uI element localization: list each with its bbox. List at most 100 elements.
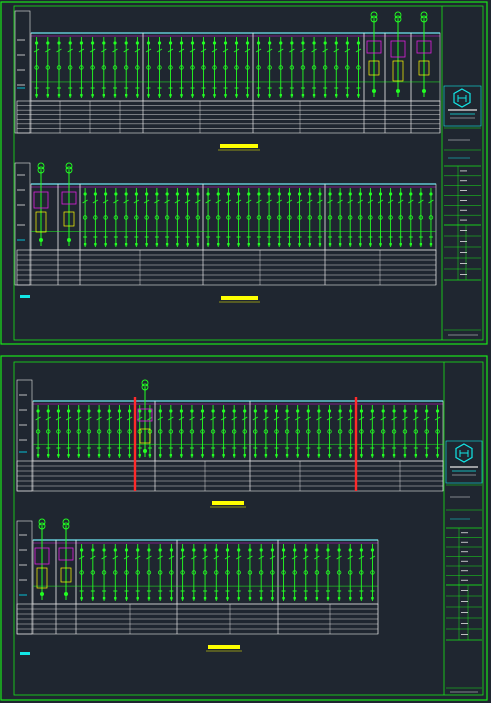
tie-breaker-bar: [133, 397, 137, 491]
breaker-icon: [338, 409, 342, 413]
load-terminal-icon: [257, 94, 260, 97]
feeder-circuit: [263, 405, 269, 458]
panel-b-caption: [221, 296, 258, 300]
load-terminal-icon: [232, 454, 236, 457]
feeder-circuit: [266, 37, 273, 98]
load-terminal-icon: [165, 243, 169, 246]
breaker-icon: [145, 192, 149, 196]
load-terminal-icon: [326, 597, 330, 600]
electrical-drawing: [0, 1, 488, 701]
breaker-icon: [102, 548, 106, 552]
feeder-circuit: [215, 188, 221, 247]
incoming-unit: [416, 11, 432, 97]
load-terminal-icon: [436, 454, 439, 457]
feeder-circuit: [280, 544, 287, 601]
feeder-circuit: [123, 188, 129, 247]
breaker-icon: [83, 192, 87, 196]
load-terminal-icon: [317, 454, 321, 457]
load-terminal-icon: [169, 94, 172, 97]
breaker-icon: [148, 409, 152, 413]
load-terminal-icon: [349, 597, 352, 600]
load-terminal-icon: [338, 243, 342, 246]
load-terminal-icon: [337, 597, 341, 600]
load-terminal-icon: [128, 454, 131, 457]
breaker-icon: [190, 41, 195, 45]
feeder-circuit: [397, 188, 404, 247]
load-terminal-icon: [290, 94, 294, 97]
load-terminal-icon: [118, 454, 121, 457]
feeder-circuit: [213, 544, 220, 601]
breaker-icon: [248, 548, 252, 552]
feeder-circuit: [168, 405, 174, 458]
feeder-circuit: [423, 405, 430, 458]
feeder-circuit: [167, 37, 174, 98]
breaker-icon: [91, 41, 95, 45]
feeder-circuit: [311, 37, 317, 98]
breaker-icon: [425, 409, 429, 413]
breaker-icon: [345, 41, 349, 45]
load-terminal-icon: [359, 243, 362, 246]
breaker-icon: [326, 548, 330, 552]
breaker-icon: [318, 192, 322, 196]
breaker-icon: [117, 409, 122, 413]
breaker-icon: [301, 41, 305, 45]
breaker-icon: [409, 192, 413, 196]
feeder-circuit: [241, 405, 248, 458]
load-terminal-icon: [328, 243, 332, 246]
feeder-circuit: [322, 37, 328, 98]
feeder-circuit: [327, 188, 333, 247]
sheet-2-signature-table: [446, 584, 482, 641]
sheet-2-title-block: [445, 440, 483, 693]
feeder-circuit: [337, 405, 343, 458]
load-terminal-icon: [125, 94, 128, 97]
breaker-icon: [212, 41, 217, 45]
feeder-circuit: [205, 188, 211, 247]
breaker-icon: [206, 192, 210, 196]
load-terminal-icon: [77, 454, 80, 457]
breaker-icon: [243, 409, 247, 413]
load-terminal-icon: [308, 243, 311, 246]
breaker-icon: [114, 192, 118, 196]
feeder-circuit: [211, 37, 218, 98]
breaker-icon: [181, 548, 185, 552]
feeder-circuit: [96, 405, 102, 458]
load-terminal-icon: [360, 597, 363, 600]
feeder-circuit: [258, 544, 264, 601]
load-terminal-icon: [357, 94, 360, 97]
breaker-icon: [87, 409, 91, 413]
panel-b-diagram: [14, 162, 437, 286]
breaker-icon: [356, 41, 361, 45]
feeder-circuit: [184, 188, 191, 247]
breaker-icon: [279, 41, 283, 45]
feeder-circuit: [56, 37, 62, 98]
load-terminal-icon: [267, 243, 271, 246]
breaker-icon: [155, 192, 159, 196]
feeder-circuit: [112, 37, 118, 98]
sheet-1-inner-frame: [13, 5, 484, 341]
feeder-circuit: [305, 405, 312, 458]
breaker-icon: [293, 548, 297, 552]
feeder-circuit: [231, 405, 237, 458]
breaker-icon: [158, 548, 162, 552]
feeder-circuit: [286, 188, 293, 247]
feeder-circuit: [316, 405, 322, 458]
breaker-icon: [124, 41, 128, 45]
feeder-circuit: [418, 188, 424, 247]
load-terminal-icon: [275, 454, 278, 457]
feeder-circuit: [189, 37, 196, 98]
feeder-circuit: [156, 37, 163, 98]
breaker-icon: [200, 409, 205, 413]
breaker-icon: [429, 192, 433, 196]
load-terminal-icon: [254, 454, 257, 457]
breaker-icon: [80, 548, 84, 552]
load-terminal-icon: [57, 94, 61, 97]
load-terminal-icon: [180, 94, 183, 97]
breaker-icon: [349, 409, 353, 413]
load-terminal-icon: [381, 454, 385, 457]
load-terminal-icon: [159, 454, 162, 457]
feeder-circuit: [367, 188, 374, 247]
feeder-circuit: [112, 544, 119, 601]
load-terminal-icon: [102, 94, 105, 97]
load-terminal-icon: [335, 94, 338, 97]
breaker-icon: [296, 409, 300, 413]
